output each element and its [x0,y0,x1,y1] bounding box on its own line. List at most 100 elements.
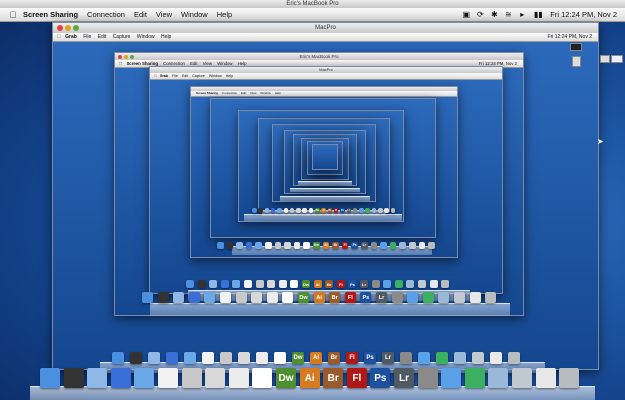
menu-app-name[interactable]: Screen Sharing [23,10,78,19]
document-icon [308,208,314,213]
desktop-file-icon-2[interactable] [611,55,623,63]
document-stack-icon [429,280,438,288]
menu-help[interactable]: Help [217,10,232,19]
nested-4-menu-edit[interactable]: Edit [241,91,246,95]
apple-icon[interactable]:  [57,34,61,40]
apple-icon[interactable]:  [8,10,18,20]
mouse-cursor-icon: ➤ [597,137,604,146]
photoshop-icon[interactable]: Ps [370,368,391,388]
ical-icon[interactable] [158,368,178,388]
nested-3-menu-capture[interactable]: Capture [192,74,205,78]
illustrator-icon[interactable]: Ai [299,368,320,388]
stack-icon [454,292,465,303]
nested-4-menu-help[interactable]: Help [275,91,281,95]
menu-connection[interactable]: Connection [87,10,125,19]
nested-3-menu-window[interactable]: Window [209,74,222,78]
document-icon [282,292,294,303]
nested-4-menu-view[interactable]: View [250,91,256,95]
desktop-file-icon[interactable] [600,55,610,63]
itunes-icon[interactable] [134,368,155,388]
ichat-icon[interactable] [110,368,131,388]
menu-clock[interactable]: Fri 12:24 PM, Nov 2 [550,10,617,19]
preview-icon [251,292,263,303]
dreamweaver-label: Dw [315,208,320,212]
bridge-icon: Br [327,208,333,213]
screen-sharing-icon[interactable]: ▣ [462,10,471,19]
grab-icon[interactable] [181,368,202,388]
illustrator-label: Ai [316,294,322,301]
preview-icon[interactable] [205,368,226,388]
remote-menu-window[interactable]: Window [137,34,155,40]
illustrator-label: Ai [315,281,320,287]
nested-4-menu-window[interactable]: Window [260,91,271,95]
bluetooth-icon[interactable]: ✱ [490,10,498,19]
illustrator-label: Ai [322,208,325,212]
flash-icon: Fl [333,208,339,213]
close-icon[interactable] [118,54,122,59]
preview-icon [296,208,301,213]
remote-menu-clock[interactable]: Fri 12:24 PM, Nov 2 [548,33,592,41]
safari-icon[interactable] [441,368,462,388]
nested-3-menu-edit[interactable]: Edit [182,74,188,78]
finder-icon[interactable] [40,368,60,388]
nested-4-menu-app[interactable]: Screen Sharing [196,91,218,95]
remote-menu-app[interactable]: Grab [65,34,77,40]
itunes-icon [204,292,216,303]
trash-icon[interactable] [559,368,580,388]
photoshop-icon: Ps [351,242,358,249]
dreamweaver-label: Dw [278,372,294,384]
flash-icon[interactable]: Fl [346,368,367,388]
volume-icon[interactable]: ▸ [518,10,526,19]
apple-icon[interactable]:  [154,74,157,78]
document-stack-icon[interactable] [535,368,556,388]
remote-menu-file[interactable]: File [83,34,91,40]
dreamweaver-icon[interactable]: Dw [276,368,296,388]
finder-icon [217,242,224,249]
folder-icon [438,292,450,303]
system-prefs-icon [400,352,412,364]
ical-icon [244,280,252,288]
textedit-icon [266,292,278,303]
wifi-icon[interactable]: ≊ [504,10,512,19]
flash-icon: Fl [341,242,349,249]
menu-window[interactable]: Window [181,10,208,19]
sync-icon[interactable]: ⟳ [476,10,484,19]
menu-edit[interactable]: Edit [134,10,147,19]
nested-3-menu-file[interactable]: File [172,74,178,78]
minimize-icon[interactable] [65,25,71,31]
menu-bar:  Screen Sharing Connection Edit View Wi… [0,8,625,22]
flash-icon: Fl [346,352,358,364]
remote-menu-help[interactable]: Help [161,34,171,40]
system-prefs-icon[interactable] [417,368,438,388]
nested-dock-5 [244,214,402,221]
nested-3-menu-app[interactable]: Grab [160,74,168,78]
lightroom-icon[interactable]: Lr [394,368,414,388]
ical-icon [220,292,231,303]
document-icon[interactable] [252,368,273,388]
dashboard-icon[interactable] [63,368,84,388]
minimize-icon[interactable] [124,54,128,59]
stack-icon[interactable] [512,368,532,388]
apple-icon[interactable]:  [119,61,122,66]
document-icon[interactable] [572,56,581,67]
menu-view[interactable]: View [156,10,172,19]
zoom-icon[interactable] [130,54,134,59]
globe-icon[interactable] [464,368,485,388]
zoom-icon[interactable] [73,25,79,31]
textedit-icon[interactable] [228,368,249,388]
dreamweaver-icon: Dw [313,242,320,249]
window-title: Eric's MacBook Pro [286,1,339,7]
nested-4-menu-connection[interactable]: Connection [222,91,237,95]
remote-menu-capture[interactable]: Capture [113,34,131,40]
close-icon[interactable] [57,25,63,31]
mail-icon[interactable] [87,368,108,388]
folder-icon[interactable] [488,368,509,388]
remote-menu-edit[interactable]: Edit [98,34,107,40]
document-icon [303,242,310,249]
bridge-icon[interactable]: Br [323,368,344,388]
battery-icon[interactable]: ▮▮ [532,10,544,19]
nested-3-menu-help[interactable]: Help [226,74,233,78]
hard-drive-icon[interactable] [570,43,582,51]
flash-label: Fl [347,294,353,301]
flash-label: Fl [343,243,347,248]
